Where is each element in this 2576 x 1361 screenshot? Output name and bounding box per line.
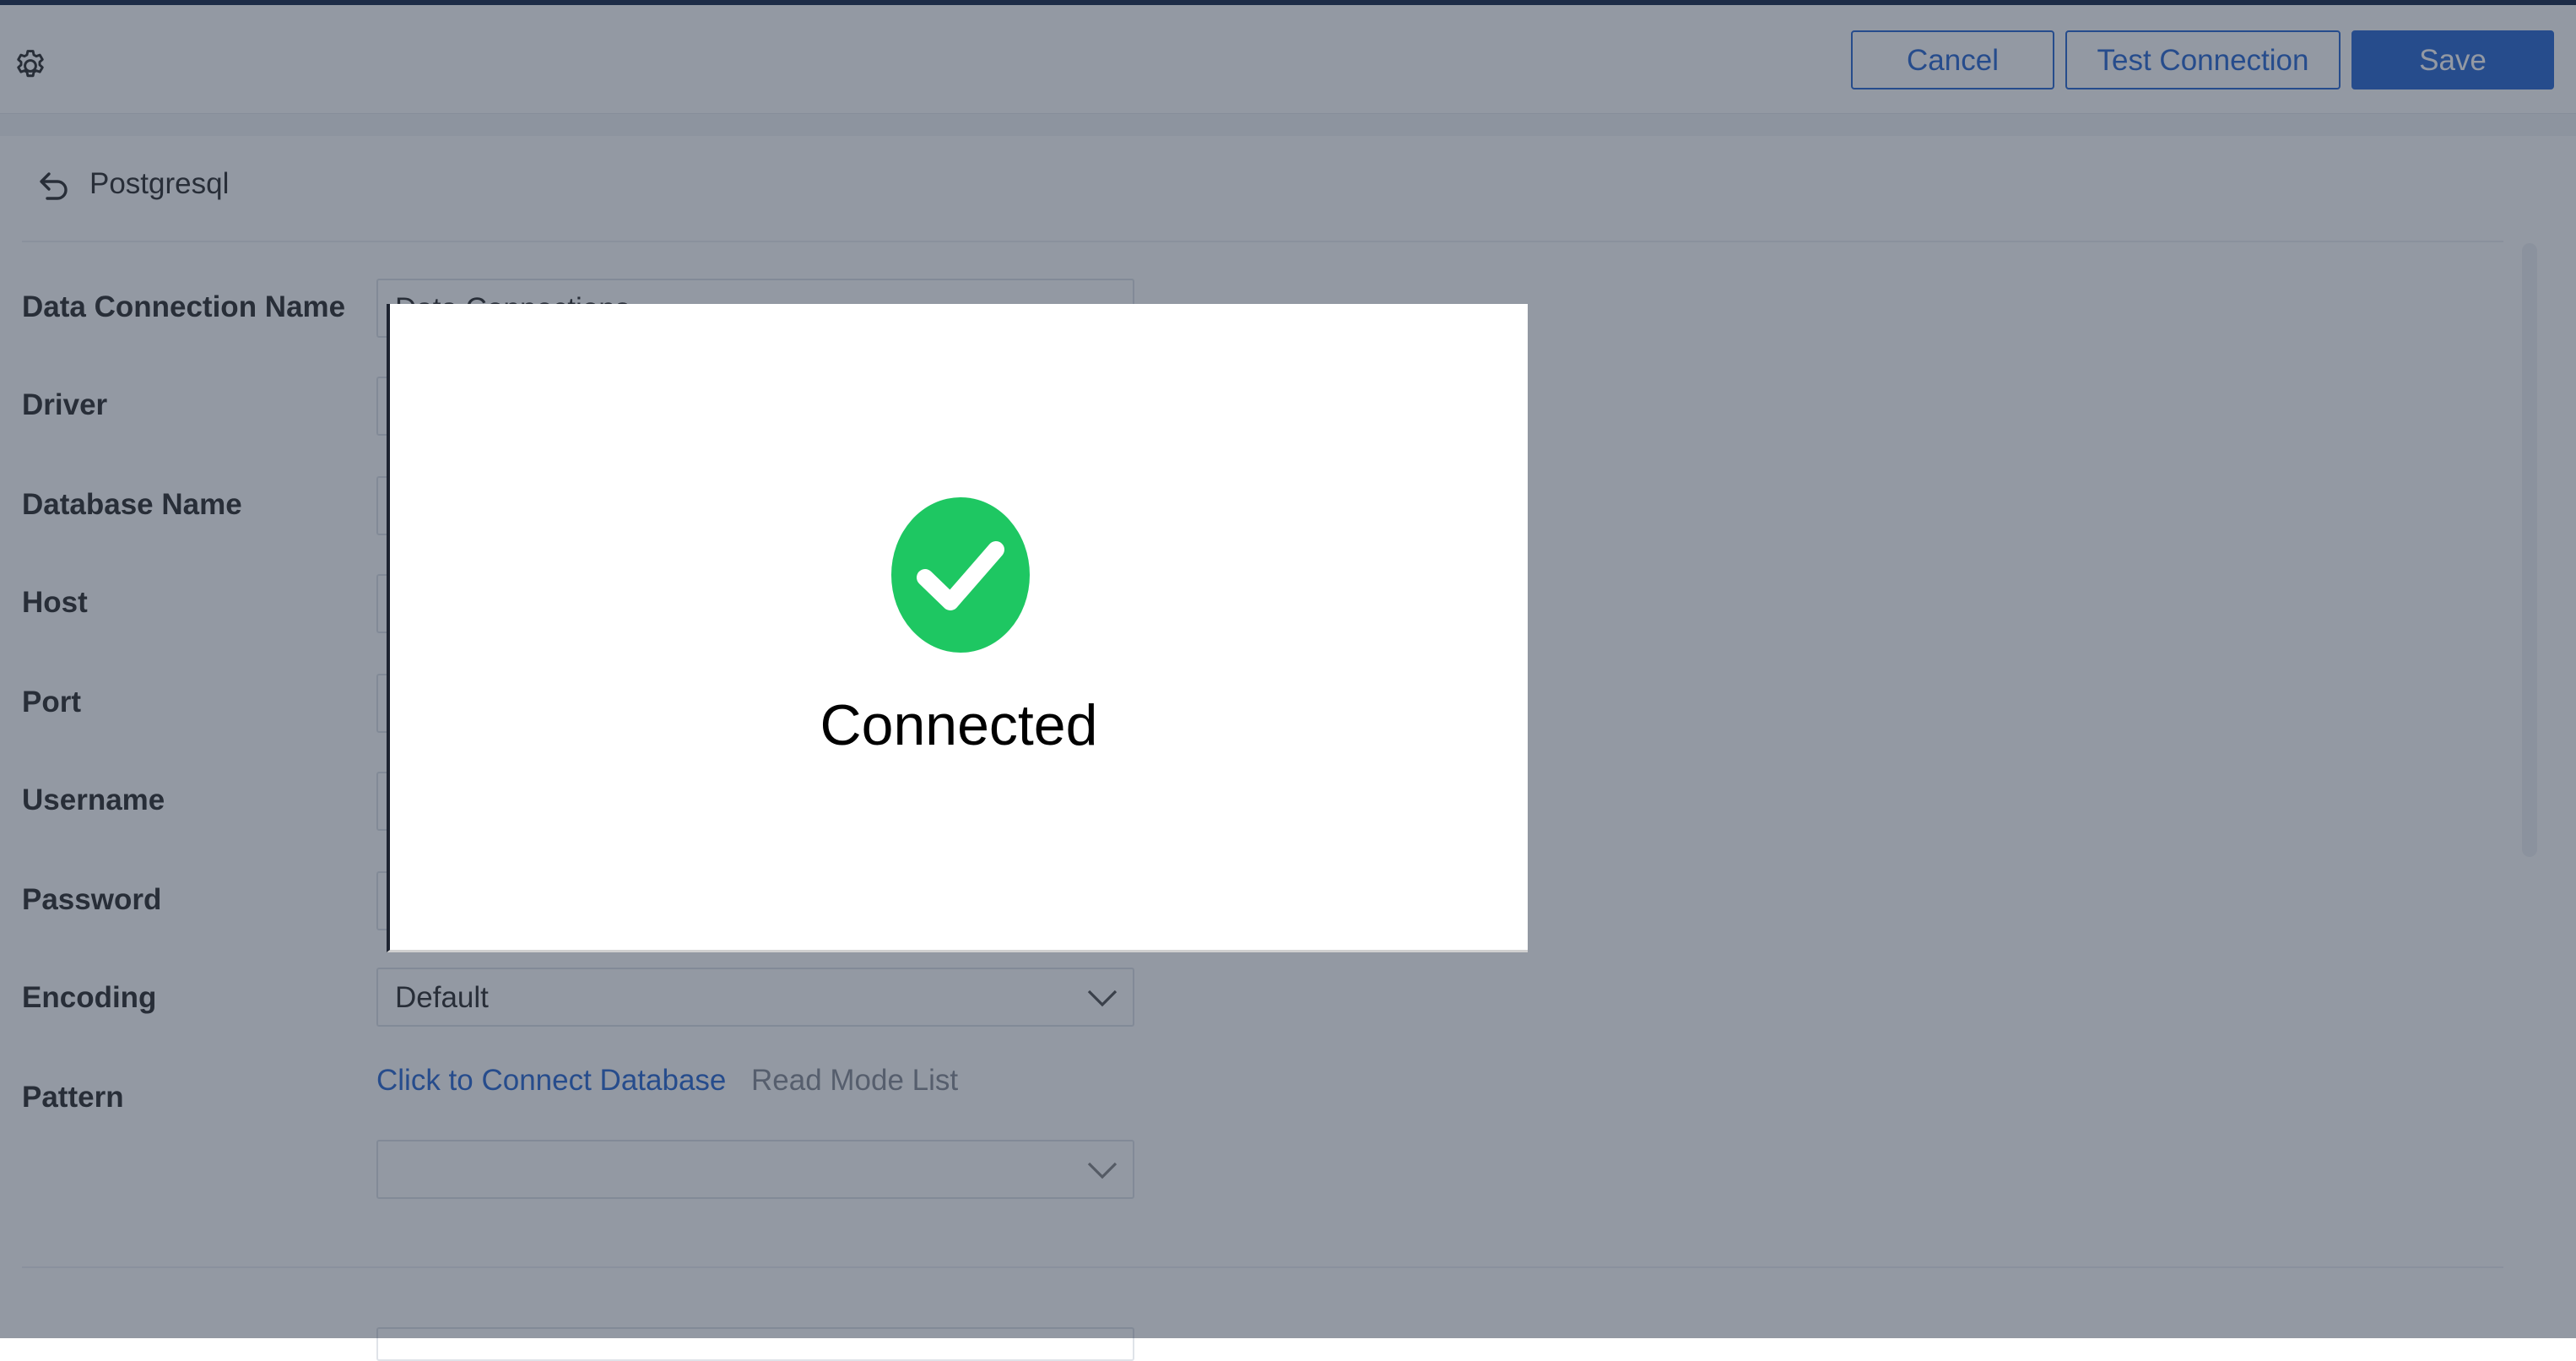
check-circle-icon [891,497,1030,653]
connection-result-dialog: Connected [387,304,1528,952]
connection-status-message: Connected [820,693,1098,757]
